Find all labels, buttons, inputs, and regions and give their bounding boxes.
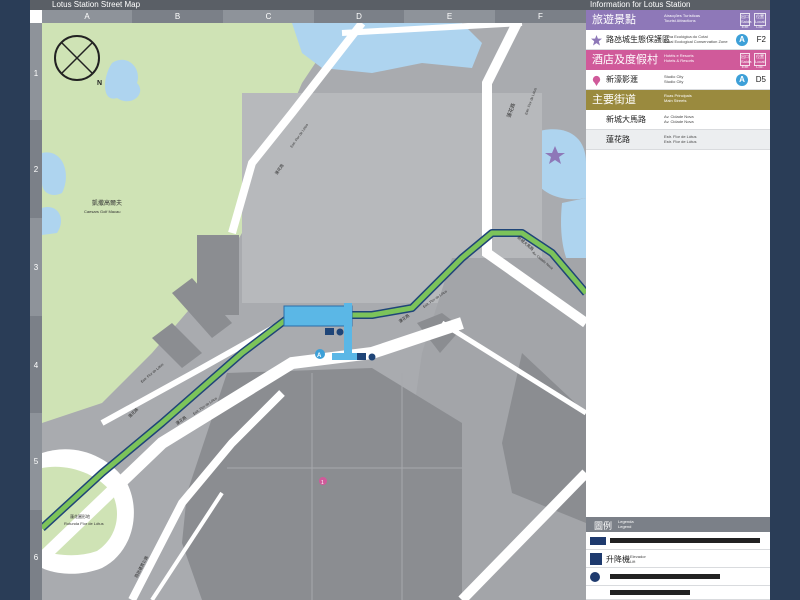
info-panel: Information for Lotus Station 旅遊景點 Atrac… bbox=[586, 0, 770, 600]
legend-row-rail bbox=[586, 532, 770, 550]
row-label-1: 1 bbox=[33, 69, 39, 78]
location-column-tag: 位置 Local. Loc. bbox=[754, 53, 766, 69]
street-map[interactable]: N 凱撒高爾夫 Caesars Golf Macau 蓮花圓形地 Rotunda… bbox=[42, 23, 586, 600]
rotunda-label-en: Rotunda Flor de Lótus bbox=[64, 521, 104, 526]
streets-section-header: 主要街道 Ruas Principais Main Streets bbox=[586, 90, 770, 110]
street-map-canvas: N 凱撒高爾夫 Caesars Golf Macau 蓮花圓形地 Rotunda… bbox=[42, 23, 586, 600]
hotel-name-zh: 新濠影滙 bbox=[606, 75, 638, 84]
rail-line-legend-icon bbox=[590, 537, 606, 545]
page-border bbox=[770, 0, 800, 600]
legend-title-en-line2: Legend bbox=[618, 524, 632, 529]
station-accessible-icon bbox=[336, 328, 344, 336]
attractions-title-zh: 旅遊景點 bbox=[592, 14, 636, 26]
street-name-en: Estr. Flor de Lótus Estr. Flor de Lótus bbox=[664, 134, 696, 144]
column-label-e: E bbox=[446, 12, 453, 21]
attraction-name-en: Zona Ecológica do Cotai Cotai Ecological… bbox=[664, 34, 728, 44]
legend-row-lift: 升降機 Elevador Lift bbox=[586, 550, 770, 568]
column-label-f: F bbox=[495, 10, 586, 23]
hotels-title-en: Hotéis e Resorts Hotels & Resorts bbox=[664, 53, 694, 63]
attraction-exit-badge: A bbox=[736, 34, 748, 46]
streets-title-en-line2: Main Streets bbox=[664, 98, 687, 103]
legend-redacted-bar bbox=[610, 538, 760, 543]
hotel-exit-badge: A bbox=[736, 74, 748, 86]
station-bus-icon bbox=[325, 328, 334, 335]
legend-header: 圖例 Legenda Legend bbox=[586, 517, 770, 532]
lift-label-en: Elevador Lift bbox=[630, 554, 646, 564]
lift-label-zh: 升降機 bbox=[606, 555, 630, 564]
station-exit-label: A bbox=[317, 353, 322, 359]
streets-title-en: Ruas Principais Main Streets bbox=[664, 93, 692, 103]
map-title: Lotus Station Street Map bbox=[30, 0, 586, 10]
attraction-name-zh: 路氹城生態保護區 bbox=[606, 35, 670, 44]
attraction-entry[interactable]: 路氹城生態保護區 Zona Ecológica do Cotai Cotai E… bbox=[586, 30, 770, 50]
row-label-3: 3 bbox=[33, 263, 39, 272]
street-name-en: Av. Cidade Nova Av. Cidade Nova bbox=[664, 114, 694, 124]
attractions-title-en-line2: Tourist Attractions bbox=[664, 18, 696, 23]
lotus-station-platform[interactable] bbox=[283, 305, 353, 327]
compass-north-label: N bbox=[97, 80, 102, 87]
street-name-zh: 新城大馬路 bbox=[606, 115, 646, 124]
attractions-title-en: Atracções Turísticas Tourist Attractions bbox=[664, 13, 700, 23]
station-walkway bbox=[332, 353, 360, 360]
exit-bus-icon bbox=[357, 353, 366, 360]
street-name-zh: 蓮花路 bbox=[606, 135, 630, 144]
legend-row-other bbox=[586, 586, 770, 600]
row-label-6: 6 bbox=[33, 553, 39, 562]
golf-label-en: Caesars Golf Macau bbox=[84, 209, 120, 214]
attraction-grid-ref: F2 bbox=[756, 35, 766, 44]
row-label-5: 5 bbox=[33, 457, 39, 466]
attractions-section-header: 旅遊景點 Atracções Turísticas Tourist Attrac… bbox=[586, 10, 770, 30]
legend-redacted-bar bbox=[610, 574, 720, 579]
legend-row-other bbox=[586, 568, 770, 586]
row-label-4: 4 bbox=[33, 361, 39, 370]
station-walkway bbox=[344, 303, 352, 360]
street-entry[interactable]: 新城大馬路 Av. Cidade Nova Av. Cidade Nova bbox=[586, 110, 770, 130]
attraction-name-en-line2: Cotai Ecological Conservation Zone bbox=[664, 39, 728, 44]
hotel-entry[interactable]: 新濠影滙 Studio City Studio City A D5 bbox=[586, 70, 770, 90]
hotel-grid-ref: D5 bbox=[755, 75, 766, 84]
accessible-icon bbox=[590, 572, 600, 582]
column-label-c: C bbox=[265, 12, 272, 21]
street-name-en-line2: Av. Cidade Nova bbox=[664, 119, 694, 124]
exit-column-tag: 出口 Saída Exit bbox=[740, 53, 752, 69]
row-label-2: 2 bbox=[33, 165, 39, 174]
streets-title-zh: 主要街道 bbox=[592, 94, 636, 106]
street-name-en-line2: Estr. Flor de Lótus bbox=[664, 139, 697, 144]
rotunda-label-zh: 蓮花圓形地 bbox=[70, 513, 90, 519]
column-label-a: A bbox=[84, 12, 90, 21]
info-panel-title: Information for Lotus Station bbox=[586, 0, 770, 10]
exit-accessible-icon bbox=[368, 353, 376, 361]
studio-city-poi-number: 1 bbox=[321, 480, 324, 486]
hotels-title-en-line2: Hotels & Resorts bbox=[664, 58, 695, 63]
hotel-pin-icon bbox=[592, 75, 601, 86]
legend-redacted-bar bbox=[610, 590, 690, 595]
hotels-section-header: 酒店及度假村 Hotéis e Resorts Hotels & Resorts… bbox=[586, 50, 770, 70]
legend-title-en: Legenda Legend bbox=[618, 519, 634, 529]
column-label-d: D bbox=[314, 10, 404, 23]
legend-title-zh: 圖例 bbox=[594, 521, 613, 531]
lift-label-en-line2: Lift bbox=[630, 559, 636, 564]
golf-label-zh: 凱撒高爾夫 bbox=[92, 199, 122, 207]
column-header: A B C D E F bbox=[42, 10, 586, 23]
street-entry[interactable]: 蓮花路 Estr. Flor de Lótus Estr. Flor de Ló… bbox=[586, 130, 770, 150]
exit-column-tag: 出口 Saída Exit bbox=[740, 13, 752, 29]
hotels-title-zh: 酒店及度假村 bbox=[592, 54, 658, 66]
row-header: 1 2 3 4 5 6 bbox=[30, 23, 42, 600]
location-column-tag: 位置 Local. Loc. bbox=[754, 13, 766, 29]
attraction-star-icon bbox=[591, 35, 602, 46]
hotel-name-en-line2: Studio City bbox=[664, 79, 684, 84]
column-label-b: B bbox=[132, 10, 223, 23]
hotel-name-en: Studio City Studio City bbox=[664, 74, 683, 84]
lift-icon bbox=[590, 553, 602, 565]
